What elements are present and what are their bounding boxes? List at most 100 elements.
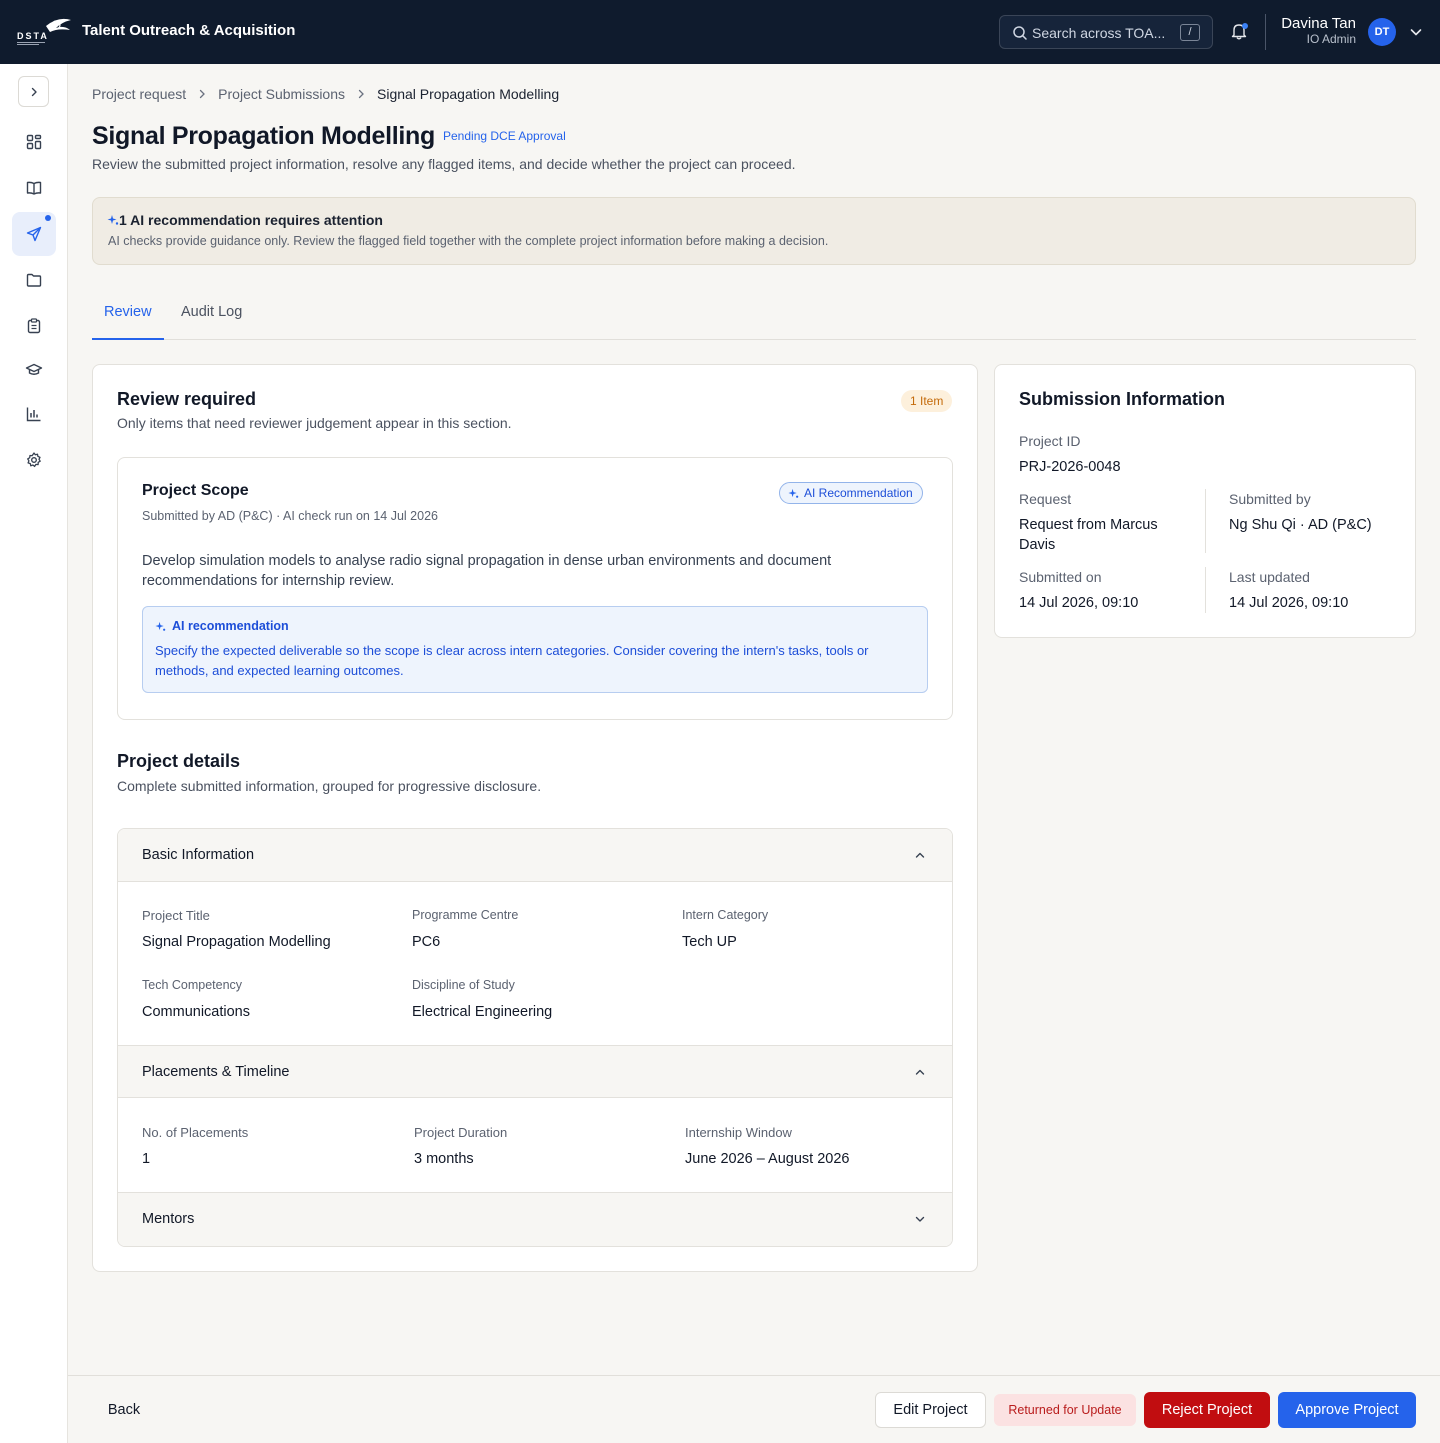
chevron-right-icon bbox=[200, 89, 206, 99]
bar-chart-icon bbox=[26, 407, 41, 422]
ai-pill-label: AI Recommendation bbox=[804, 486, 913, 500]
global-search[interactable]: / bbox=[999, 15, 1213, 49]
field-value: Tech UP bbox=[682, 934, 737, 950]
field-label: Internship Window bbox=[685, 1125, 792, 1140]
page-title: Signal Propagation Modelling bbox=[92, 122, 435, 150]
sidebar-item-project-requests[interactable] bbox=[12, 212, 56, 256]
info-label: Submitted on bbox=[1019, 569, 1102, 585]
accordion-basic-info-header[interactable]: Basic Information bbox=[118, 829, 952, 882]
review-subtitle: Only items that need reviewer judgement … bbox=[117, 415, 512, 431]
dashboard-icon bbox=[26, 134, 42, 150]
reject-project-button[interactable]: Reject Project bbox=[1144, 1392, 1270, 1428]
search-input[interactable] bbox=[1032, 23, 1172, 43]
edit-project-button[interactable]: Edit Project bbox=[875, 1392, 986, 1428]
info-label: Last updated bbox=[1229, 569, 1310, 585]
info-value: Ng Shu Qi · AD (P&C) bbox=[1229, 517, 1372, 533]
info-value: PRJ-2026-0048 bbox=[1019, 459, 1121, 475]
approve-project-button[interactable]: Approve Project bbox=[1278, 1392, 1416, 1428]
sidebar bbox=[0, 64, 68, 1443]
chevron-right-icon bbox=[358, 89, 364, 99]
clipboard-icon bbox=[27, 318, 41, 334]
info-label: Project ID bbox=[1019, 433, 1081, 449]
search-shortcut-key: / bbox=[1180, 24, 1200, 41]
details-title: Project details bbox=[117, 751, 241, 771]
flagged-item-card: Project Scope Submitted by AD (P&C) · AI… bbox=[117, 457, 953, 720]
chevron-down-icon[interactable] bbox=[1409, 25, 1423, 39]
info-label: Submitted by bbox=[1229, 491, 1311, 507]
ai-alert-banner: 1 AI recommendation requires attention A… bbox=[92, 197, 1416, 265]
field-value: PC6 bbox=[412, 934, 441, 950]
back-button[interactable]: Back bbox=[94, 1392, 154, 1428]
user-role: IO Admin bbox=[1306, 32, 1356, 46]
accordion-mentors-header[interactable]: Mentors bbox=[118, 1192, 952, 1246]
field-value: Electrical Engineering bbox=[412, 1004, 553, 1020]
field-label: Project Title bbox=[142, 908, 210, 923]
chevron-down-icon bbox=[915, 1216, 925, 1222]
field-value: Signal Propagation Modelling bbox=[142, 934, 331, 950]
field-label: No. of Placements bbox=[142, 1125, 249, 1140]
breadcrumb-link[interactable]: Project request bbox=[92, 86, 186, 102]
app-title: Talent Outreach & Acquisition bbox=[82, 22, 296, 39]
graduation-cap-icon bbox=[25, 363, 43, 375]
chevron-up-icon bbox=[915, 1069, 925, 1075]
flagged-item-meta: Submitted by AD (P&C) · AI check run on … bbox=[142, 509, 438, 523]
action-footer: Back Edit Project Returned for Update Re… bbox=[68, 1375, 1440, 1443]
item-count-badge: 1 Item bbox=[901, 390, 953, 412]
sidebar-item-dashboard[interactable] bbox=[12, 120, 56, 164]
sparkle-icon bbox=[107, 215, 119, 225]
ai-recommendation-heading: AI recommendation bbox=[155, 619, 289, 633]
ai-recommendation-text: Specify the expected deliverable so the … bbox=[155, 643, 869, 678]
sidebar-item-tasks[interactable] bbox=[12, 304, 56, 348]
flagged-item-title: Project Scope bbox=[142, 482, 249, 499]
sidebar-item-reports[interactable] bbox=[12, 392, 56, 436]
ai-recommendation-badge: AI Recommendation bbox=[779, 482, 923, 504]
return-for-update-button[interactable]: Returned for Update bbox=[994, 1394, 1136, 1426]
field-value: June 2026 – August 2026 bbox=[685, 1151, 850, 1167]
status-badge: Pending DCE Approval bbox=[443, 129, 566, 143]
sparkle-icon bbox=[155, 621, 166, 631]
field-label: Discipline of Study bbox=[412, 978, 515, 992]
info-label: Request bbox=[1019, 491, 1072, 507]
tab-review[interactable]: Review bbox=[92, 304, 164, 340]
dsta-logo[interactable]: DSTA bbox=[16, 16, 74, 48]
tab-audit-log[interactable]: Audit Log bbox=[169, 304, 254, 340]
nav-indicator-dot bbox=[45, 215, 51, 221]
breadcrumb: Project request Project Submissions Sign… bbox=[92, 86, 559, 102]
page-subtitle: Review the submitted project information… bbox=[92, 156, 796, 172]
alert-text: AI checks provide guidance only. Review … bbox=[108, 234, 829, 248]
tab-bar: Review Audit Log bbox=[92, 294, 1416, 340]
info-value: 14 Jul 2026, 09:10 bbox=[1229, 595, 1349, 611]
breadcrumb-current: Signal Propagation Modelling bbox=[377, 86, 560, 102]
field-label: Tech Competency bbox=[142, 978, 243, 992]
divider bbox=[1265, 14, 1266, 50]
info-value: Request from Marcus Davis bbox=[1019, 517, 1158, 553]
project-scope-text: Develop simulation models to analyse rad… bbox=[142, 553, 832, 589]
accordion-placements-header[interactable]: Placements & Timeline bbox=[118, 1045, 952, 1098]
breadcrumb-link[interactable]: Project Submissions bbox=[218, 86, 345, 102]
field-value: 1 bbox=[142, 1151, 151, 1167]
ai-heading-label: AI recommendation bbox=[172, 619, 289, 633]
sidebar-item-settings[interactable] bbox=[12, 438, 56, 482]
info-value: 14 Jul 2026, 09:10 bbox=[1019, 595, 1139, 611]
submission-info-card: Submission Information Project ID PRJ-20… bbox=[994, 364, 1416, 638]
sidebar-item-guide[interactable] bbox=[12, 166, 56, 210]
send-icon bbox=[26, 226, 42, 242]
accordion-title: Mentors bbox=[142, 1211, 195, 1227]
details-subtitle: Complete submitted information, grouped … bbox=[117, 778, 542, 794]
user-name: Davina Tan bbox=[1281, 15, 1356, 32]
field-value: 3 months bbox=[414, 1151, 474, 1167]
sidebar-item-projects[interactable] bbox=[12, 258, 56, 302]
field-label: Project Duration bbox=[414, 1125, 508, 1140]
details-accordion: Basic Information Project Title Signal P… bbox=[117, 828, 953, 1247]
notification-dot bbox=[1242, 23, 1248, 29]
chevron-up-icon bbox=[915, 852, 925, 858]
field-label: Programme Centre bbox=[412, 908, 519, 922]
field-label: Intern Category bbox=[682, 908, 769, 922]
sidebar-expand-button[interactable] bbox=[18, 76, 49, 107]
field-value: Communications bbox=[142, 1004, 250, 1020]
top-bar: DSTA Talent Outreach & Acquisition / Dav… bbox=[0, 0, 1440, 64]
avatar[interactable]: DT bbox=[1368, 18, 1396, 46]
sparkle-icon bbox=[788, 488, 799, 498]
accordion-title: Placements & Timeline bbox=[142, 1064, 290, 1080]
sidebar-item-interns[interactable] bbox=[12, 348, 56, 392]
